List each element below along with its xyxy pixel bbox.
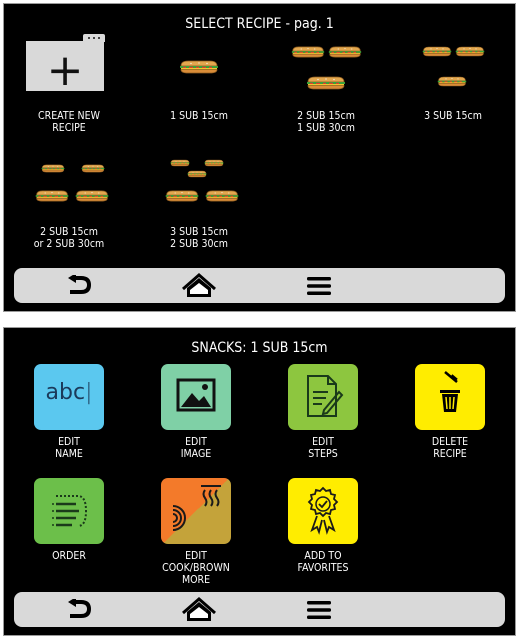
- home-button[interactable]: [174, 271, 224, 300]
- back-icon: [68, 274, 92, 294]
- menu-icon: [307, 600, 331, 619]
- action-label: DELETE RECIPE: [431, 436, 469, 460]
- list-order-icon: [52, 495, 88, 527]
- sub-sandwich-icon: [422, 46, 485, 87]
- recipe-label: 3 SUB 15cm 2 SUB 30cm: [170, 226, 228, 250]
- recipe-options-screen: SNACKS: 1 SUB 15cm abc| EDIT NAME EDIT I…: [3, 327, 516, 636]
- back-button[interactable]: [54, 271, 104, 300]
- screen-title: SNACKS: 1 SUB 15cm: [191, 340, 328, 356]
- action-label: EDIT COOK/BROWN MORE: [162, 550, 230, 586]
- recipe-label: 1 SUB 15cm: [170, 110, 228, 122]
- edit-image-action[interactable]: EDIT IMAGE: [131, 364, 261, 464]
- menu-button[interactable]: [294, 271, 344, 300]
- document-edit-icon: [307, 375, 344, 417]
- action-label: EDIT IMAGE: [180, 436, 212, 460]
- abc-icon: abc: [45, 380, 86, 405]
- edit-steps-action[interactable]: EDIT STEPS: [258, 364, 388, 464]
- sub-sandwich-icon: [34, 164, 110, 202]
- home-icon: [182, 596, 216, 621]
- sub-sandwich-icon: [179, 60, 219, 74]
- trash-icon: [440, 371, 460, 412]
- tab-decoration: [83, 34, 105, 42]
- home-button[interactable]: [174, 595, 224, 624]
- menu-icon: [307, 276, 331, 295]
- heat-icon: [172, 485, 221, 531]
- edit-cook-brown-button[interactable]: [161, 478, 231, 544]
- recipe-label: 2 SUB 15cm or 2 SUB 30cm: [33, 226, 105, 250]
- action-label: ORDER: [52, 550, 86, 562]
- delete-recipe-button[interactable]: [415, 364, 485, 430]
- action-label: EDIT STEPS: [308, 436, 338, 460]
- add-to-favorites-button[interactable]: [288, 478, 358, 544]
- sub-sandwich-icon: [164, 159, 240, 202]
- bottom-nav-bar: [14, 268, 505, 303]
- edit-cook-brown-action[interactable]: EDIT COOK/BROWN MORE: [131, 478, 261, 586]
- action-label: EDIT NAME: [55, 436, 83, 460]
- plus-icon: +: [46, 45, 84, 96]
- menu-button[interactable]: [294, 595, 344, 624]
- edit-name-button[interactable]: abc|: [34, 364, 104, 430]
- edit-name-action[interactable]: abc| EDIT NAME: [4, 364, 134, 464]
- delete-recipe-action[interactable]: DELETE RECIPE: [385, 364, 515, 464]
- order-button[interactable]: [34, 478, 104, 544]
- create-recipe-button[interactable]: +: [26, 34, 105, 96]
- order-action[interactable]: ORDER: [4, 478, 134, 578]
- add-to-favorites-action[interactable]: ADD TO FAVORITES: [258, 478, 388, 578]
- edit-image-button[interactable]: [161, 364, 231, 430]
- back-icon: [68, 598, 92, 618]
- recipe-label: 3 SUB 15cm: [424, 110, 482, 122]
- screen-title: SELECT RECIPE - pag. 1: [185, 16, 334, 32]
- recipe-label: CREATE NEW RECIPE: [38, 110, 100, 134]
- back-button[interactable]: [54, 595, 104, 624]
- award-ribbon-icon: [307, 486, 339, 535]
- sub-sandwich-icon: [291, 46, 362, 90]
- bottom-nav-bar: [14, 592, 505, 627]
- home-icon: [182, 272, 216, 297]
- image-icon: [176, 378, 216, 412]
- select-recipe-screen: SELECT RECIPE - pag. 1 + CREATE NEW RECI…: [3, 3, 516, 312]
- edit-steps-button[interactable]: [288, 364, 358, 430]
- action-label: ADD TO FAVORITES: [297, 550, 349, 574]
- recipe-label: 2 SUB 15cm 1 SUB 30cm: [297, 110, 355, 134]
